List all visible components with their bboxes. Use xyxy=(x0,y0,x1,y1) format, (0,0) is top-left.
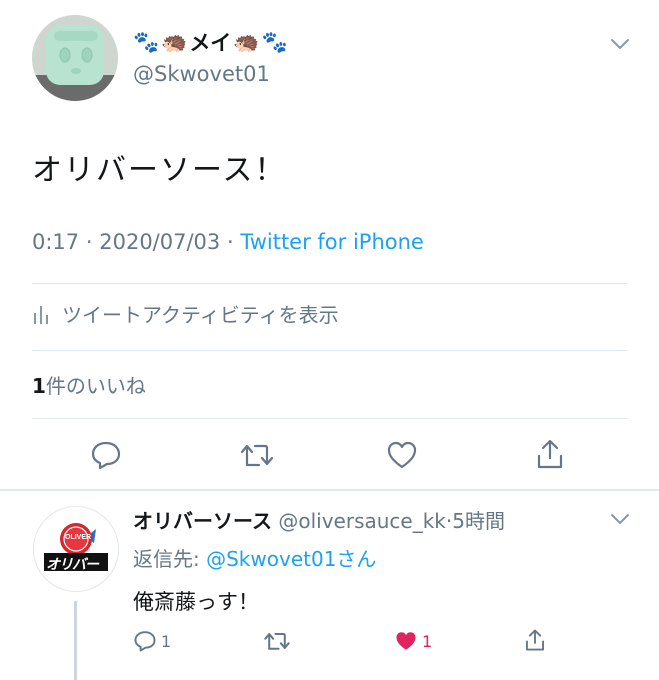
tweet-text: オリバーソース！ xyxy=(32,153,287,188)
thread-line xyxy=(74,601,77,680)
reply-count: 1 xyxy=(161,631,172,651)
reply-icon xyxy=(91,441,121,470)
stuffed-toy-avatar-icon xyxy=(32,15,118,101)
likes-count: 1 xyxy=(32,374,46,398)
paw-icon: 🐾 xyxy=(133,29,160,54)
reply-to-handle[interactable]: @Skwovet01 xyxy=(206,547,336,571)
author-avatar[interactable] xyxy=(32,15,118,101)
reply-author-avatar[interactable]: OLIVER オリバー xyxy=(33,506,119,592)
oliver-logo-icon xyxy=(44,523,108,571)
like-icon xyxy=(387,441,417,469)
retweet-icon xyxy=(240,444,274,467)
hedgehog-icon: 🦔 xyxy=(233,29,260,54)
author-name-text: メイ xyxy=(189,31,232,55)
reply-icon xyxy=(134,631,156,652)
tweet-activity-label: ツイートアクティビティを表示 xyxy=(62,302,339,327)
reply-menu-chevron-icon[interactable] xyxy=(606,507,634,531)
tweet-date[interactable]: 2020/07/03 xyxy=(99,230,220,254)
divider xyxy=(32,283,627,284)
reply-author-name[interactable]: オリバーソース xyxy=(133,509,272,533)
reply-like-count: 1 xyxy=(422,631,433,651)
reply-like-button[interactable]: 1 xyxy=(394,627,432,655)
tweet-time[interactable]: 0:17 xyxy=(32,230,79,254)
reply-time[interactable]: 5時間 xyxy=(452,509,505,533)
bar-chart-icon xyxy=(32,301,52,325)
retweet-icon xyxy=(264,632,290,650)
oliver-logo-badge: OLIVER xyxy=(65,534,92,541)
meta-separator: · xyxy=(226,230,234,254)
reply-retweet-button[interactable] xyxy=(261,627,293,655)
retweet-button[interactable] xyxy=(235,436,279,474)
oliver-logo-text: オリバー xyxy=(46,557,99,573)
like-button[interactable] xyxy=(382,436,422,474)
tweet-meta: 0:17 · 2020/07/03 · Twitter for iPhone xyxy=(32,230,424,254)
reply-tweet[interactable]: OLIVER オリバー オリバーソース @oliversauce_kk·5時間 … xyxy=(0,491,659,680)
meta-separator: · xyxy=(85,230,93,254)
share-button[interactable] xyxy=(530,434,570,474)
reply-author-handle[interactable]: @oliversauce_kk xyxy=(278,509,446,533)
author-display-name[interactable]: 🐾 🦔 メイ 🦔 🐾 xyxy=(133,27,288,57)
author-handle[interactable]: @Skwovet01 xyxy=(133,62,270,86)
reply-share-button[interactable] xyxy=(520,625,550,655)
reply-button[interactable] xyxy=(86,436,126,474)
share-icon xyxy=(537,439,563,469)
reply-to-suffix: さん xyxy=(336,547,377,571)
likes-label: 件のいいね xyxy=(45,374,146,398)
reply-reply-button[interactable]: 1 xyxy=(133,627,171,655)
reply-author-line: オリバーソース @oliversauce_kk·5時間 xyxy=(133,505,505,534)
reply-to-prefix: 返信先: xyxy=(133,547,200,571)
paw-icon: 🐾 xyxy=(261,29,288,54)
hedgehog-icon: 🦔 xyxy=(161,29,188,54)
divider xyxy=(32,418,627,419)
likes-summary[interactable]: 1件のいいね xyxy=(32,370,146,399)
reply-text: 俺斎藤っす！ xyxy=(133,590,259,614)
share-icon xyxy=(525,629,545,651)
tweet-menu-chevron-icon[interactable] xyxy=(606,30,634,58)
tweet-source-link[interactable]: Twitter for iPhone xyxy=(240,230,424,254)
liked-heart-icon xyxy=(396,632,416,650)
main-tweet: 🐾 🦔 メイ 🦔 🐾 @Skwovet01 オリバーソース！ 0:17 · 20… xyxy=(0,0,659,480)
divider xyxy=(32,350,627,351)
reply-to-line: 返信先: @Skwovet01さん xyxy=(133,543,376,572)
tweet-activity-link[interactable]: ツイートアクティビティを表示 xyxy=(32,296,339,330)
